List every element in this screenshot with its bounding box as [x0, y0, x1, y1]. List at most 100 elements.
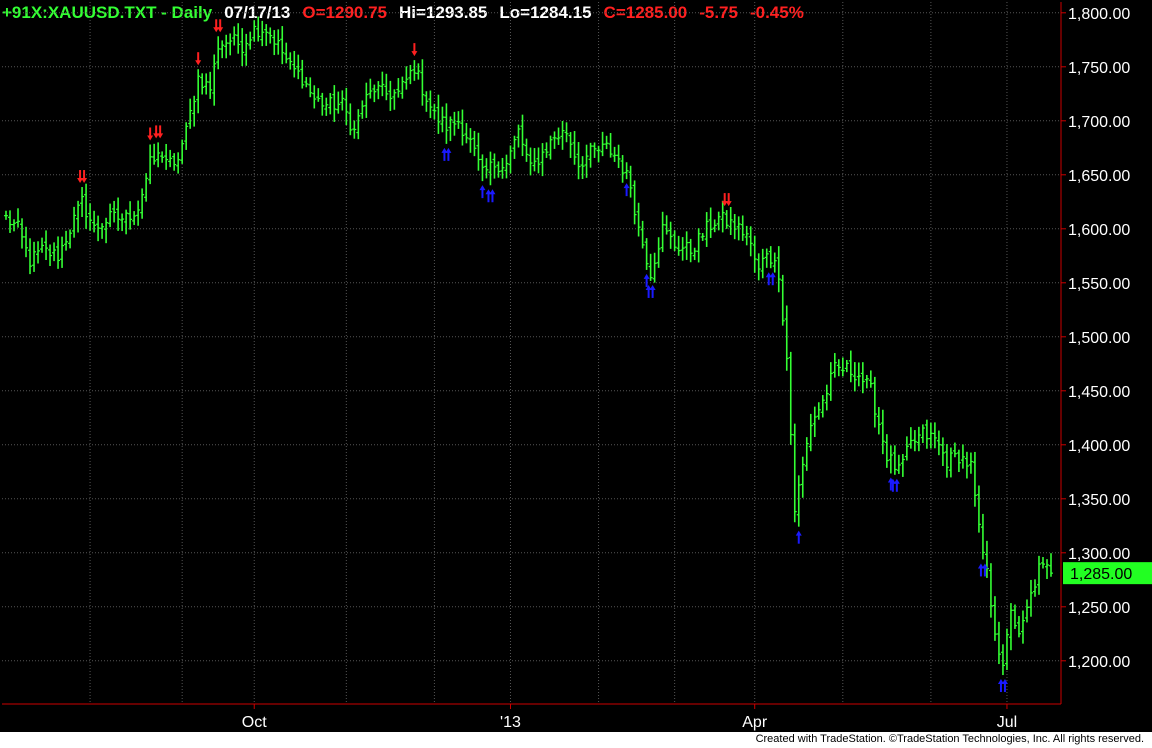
up-arrow-icon: [441, 147, 448, 161]
price-bar: [780, 274, 785, 326]
price-bar: [724, 210, 729, 229]
up-arrow-icon: [643, 273, 650, 287]
price-bar: [552, 131, 557, 149]
y-tick-label: 1,450.00: [1068, 384, 1130, 401]
price-bar: [708, 207, 713, 238]
price-bar: [140, 188, 145, 219]
up-arrow-icon: [893, 478, 900, 492]
price-bar: [20, 218, 25, 249]
price-bar: [216, 36, 221, 70]
price-bar: [164, 143, 169, 170]
y-tick-label: 1,300.00: [1068, 546, 1130, 563]
price-bar: [980, 513, 985, 560]
price-bar: [36, 241, 41, 264]
price-bar: [628, 165, 633, 198]
price-bar: [324, 97, 329, 116]
price-bar: [372, 84, 377, 103]
down-arrow-icon: [213, 19, 220, 33]
price-bar: [1028, 579, 1033, 617]
price-bar: [656, 237, 661, 268]
up-arrow-icon: [489, 189, 496, 203]
price-bar: [400, 76, 405, 99]
price-bar: [584, 144, 589, 178]
price-bar: [892, 445, 897, 475]
price-bar: [528, 147, 533, 176]
price-bar: [680, 237, 685, 261]
price-bar: [52, 242, 57, 262]
y-tick-label: 1,250.00: [1068, 600, 1130, 617]
price-bar: [188, 98, 193, 129]
price-bar: [256, 16, 261, 42]
price-bar: [180, 139, 185, 164]
up-arrow-icon: [977, 563, 984, 577]
price-bar: [856, 362, 861, 387]
price-bar: [1020, 610, 1025, 644]
y-tick-label: 1,800.00: [1068, 6, 1130, 23]
price-bar: [344, 87, 349, 126]
price-bar: [744, 225, 749, 246]
price-bar: [444, 103, 449, 144]
down-arrow-icon: [153, 125, 160, 139]
price-bar: [12, 219, 17, 232]
price-bar: [500, 157, 505, 179]
price-bar: [84, 183, 89, 229]
price-bar: [732, 214, 737, 240]
price-bar: [900, 454, 905, 477]
price-bar: [96, 215, 101, 242]
axes: 1,800.00 1,750.00 1,700.00 1,650.00 1,600.00…: [2, 2, 1152, 731]
price-bar: [128, 201, 133, 230]
price-chart[interactable]: 1,800.00 1,750.00 1,700.00 1,650.00 1,600.00…: [0, 0, 1152, 732]
price-bar: [756, 253, 761, 281]
price-bar: [464, 123, 469, 144]
price-bar: [112, 200, 117, 223]
price-bar: [68, 229, 73, 249]
price-bar: [1040, 557, 1045, 569]
price-bar: [288, 52, 293, 70]
price-bar: [524, 138, 529, 162]
price-bar: [536, 147, 541, 174]
price-bar: [804, 437, 809, 471]
price-bar: [564, 122, 569, 143]
price-bar: [916, 426, 921, 452]
price-bar: [48, 244, 53, 267]
price-bar: [460, 109, 465, 146]
price-bar: [260, 20, 265, 47]
price-bar: [152, 143, 157, 165]
price-bar: [844, 359, 849, 373]
price-bar: [968, 452, 973, 474]
price-bar: [60, 236, 65, 268]
price-bar: [760, 248, 765, 279]
price-bar: [948, 447, 953, 478]
price-bar: [644, 238, 649, 270]
price-bar: [772, 252, 777, 273]
price-bar: [508, 145, 513, 174]
price-bar: [108, 203, 113, 228]
x-tick-label: Jul: [997, 714, 1017, 731]
price-bar: [448, 116, 453, 142]
price-bar: [1044, 559, 1049, 580]
price-bar: [76, 200, 81, 233]
gridlines: [2, 2, 1061, 704]
price-bar: [908, 427, 913, 449]
price-bar: [208, 71, 213, 99]
price-bar: [944, 444, 949, 478]
price-bar: [896, 454, 901, 474]
price-bar: [1032, 579, 1037, 597]
down-arrow-icon: [147, 127, 154, 141]
price-bar: [864, 374, 869, 389]
price-bar: [932, 422, 937, 449]
price-bar: [544, 142, 549, 158]
price-bar: [640, 220, 645, 249]
price-bars: [4, 16, 1053, 676]
price-bar: [976, 485, 981, 533]
price-bar: [236, 23, 241, 54]
price-bar: [440, 106, 445, 133]
price-bar: [1004, 628, 1009, 670]
signal-arrows: [77, 19, 1008, 693]
price-bar: [648, 253, 653, 281]
x-tick-label: '13: [500, 714, 521, 731]
price-bar: [548, 135, 553, 160]
price-bar: [964, 451, 969, 479]
price-bar: [380, 71, 385, 97]
price-bar: [516, 124, 521, 148]
